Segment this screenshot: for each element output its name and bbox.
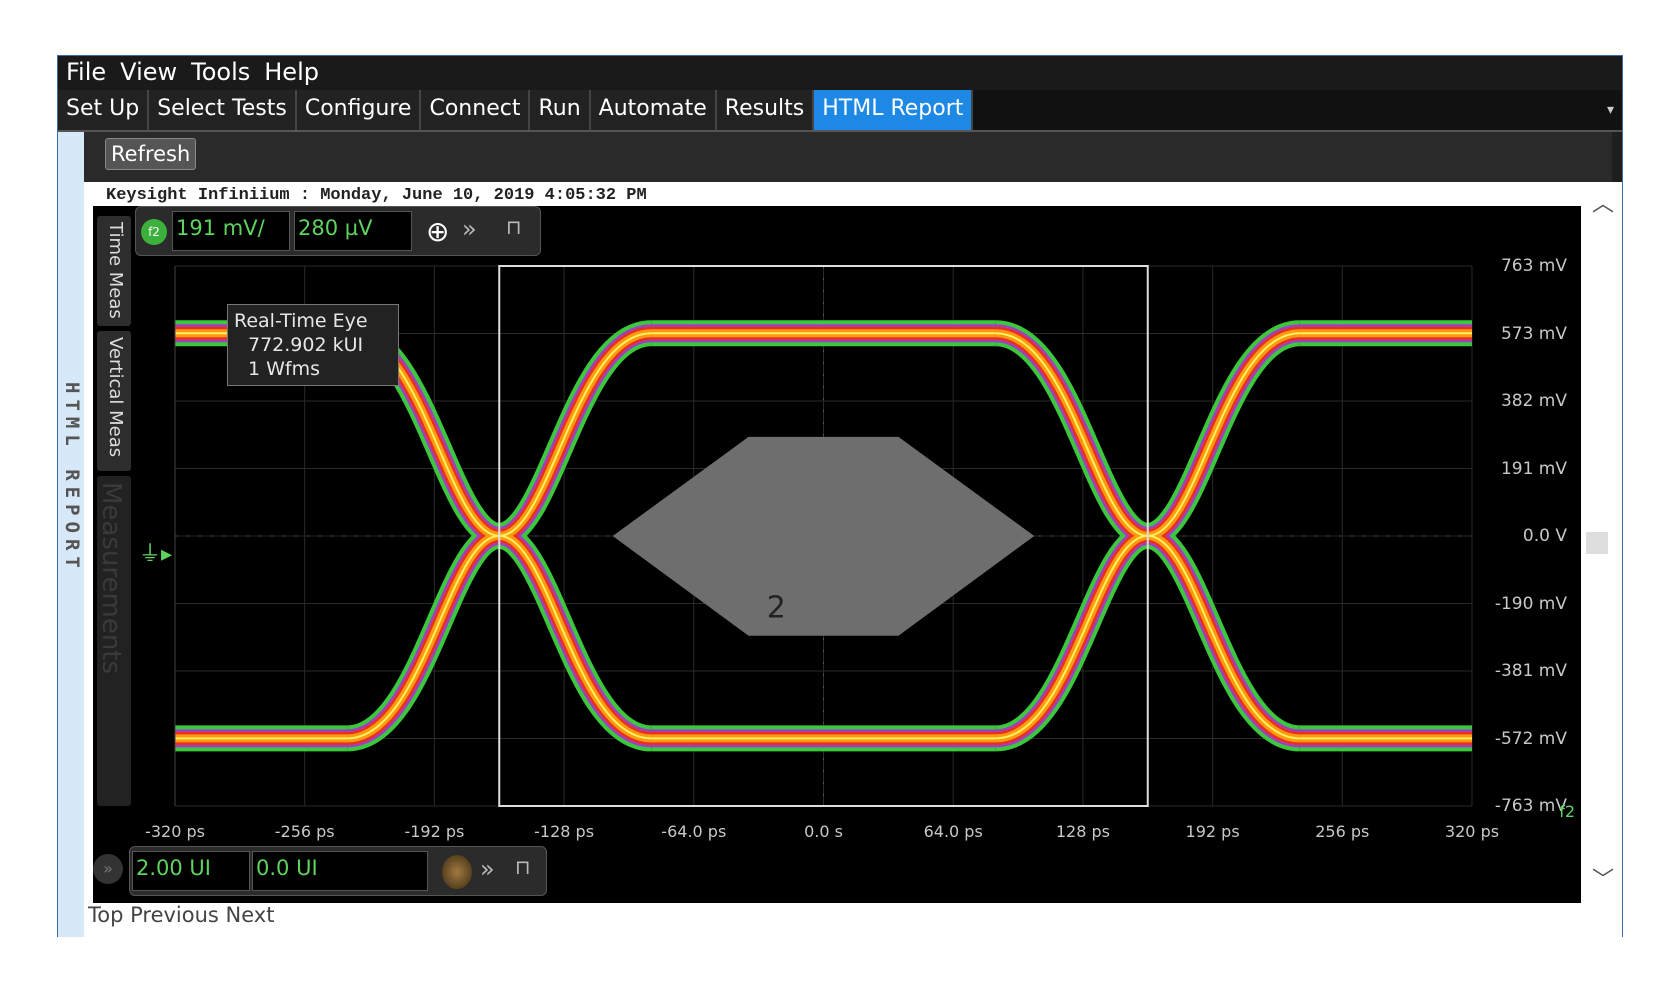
footer-nav-links[interactable]: Top Previous Next	[88, 903, 274, 927]
pin-icon[interactable]: ⊓	[515, 855, 531, 879]
side-label: HTML REPORT	[61, 382, 83, 574]
horizontal-position-field[interactable]: 0.0 UI	[252, 851, 428, 891]
eye-mask	[612, 436, 1035, 636]
tab-select-tests[interactable]: Select Tests	[149, 90, 297, 130]
vertical-scrollbar[interactable]: ︿ ﹀	[1582, 182, 1622, 937]
menu-file[interactable]: File	[66, 58, 106, 88]
tab-automate[interactable]: Automate	[590, 90, 717, 130]
y-tick-label: -572 mV	[1494, 728, 1567, 749]
menu-bar: File View Tools Help	[58, 56, 1622, 90]
y-tick-label: 0.0 V	[1522, 526, 1567, 546]
tab-set-up[interactable]: Set Up	[58, 90, 150, 130]
expand-button[interactable]: »	[93, 854, 123, 884]
tab-bar: Set Up Select Tests Configure Connect Ru…	[58, 90, 1622, 132]
tab-connect[interactable]: Connect	[421, 90, 531, 130]
x-tick-label: -128 ps	[534, 822, 595, 841]
scroll-down-icon[interactable]: ﹀	[1592, 862, 1614, 894]
expand-chevron-icon[interactable]: »	[480, 855, 495, 883]
y-tick-label: -381 mV	[1494, 661, 1567, 681]
menu-tools[interactable]: Tools	[191, 58, 250, 88]
x-tick-label: -320 ps	[145, 822, 205, 841]
x-tick-label: -256 ps	[274, 822, 335, 841]
x-tick-label: 256 ps	[1315, 822, 1370, 841]
channel-tag: f2	[1559, 802, 1575, 821]
tab-html-report[interactable]: HTML Report	[814, 90, 974, 130]
menu-view[interactable]: View	[120, 58, 177, 88]
scroll-thumb[interactable]	[1586, 532, 1608, 554]
y-tick-label: -190 mV	[1494, 593, 1567, 614]
mask-label: 2	[767, 590, 786, 625]
y-tick-label: 763 mV	[1500, 256, 1567, 276]
tooltip-title: Real-Time Eye	[234, 310, 368, 332]
side-strip: HTML REPORT	[58, 132, 84, 937]
y-tick-label: -763 mV	[1494, 796, 1567, 816]
tab-configure[interactable]: Configure	[296, 90, 422, 130]
refresh-bar: Refresh	[84, 132, 1612, 182]
menu-help[interactable]: Help	[264, 58, 319, 88]
scroll-up-icon[interactable]: ︿	[1592, 186, 1614, 218]
x-tick-label: -64.0 ps	[661, 822, 727, 841]
y-tick-label: 191 mV	[1500, 458, 1567, 479]
report-content: Keysight Infiniium : Monday, June 10, 20…	[84, 182, 1582, 937]
tab-run[interactable]: Run	[530, 90, 591, 130]
refresh-button[interactable]: Refresh	[105, 138, 197, 170]
y-tick-label: 382 mV	[1500, 391, 1567, 411]
tab-overflow-chevron-icon[interactable]: ▾	[1607, 102, 1614, 118]
report-header: Keysight Infiniium : Monday, June 10, 20…	[106, 186, 647, 205]
x-tick-label: 64.0 ps	[923, 822, 983, 841]
horizontal-scale-field[interactable]: 2.00 UI	[132, 851, 250, 891]
x-tick-label: 320 ps	[1444, 822, 1500, 841]
ground-marker-icon[interactable]: ⏚▸	[139, 536, 172, 568]
x-tick-label: 0.0 s	[804, 822, 843, 841]
waveform-info-tooltip: Real-Time Eye 772.902 kUI 1 Wfms	[227, 304, 399, 386]
y-tick-label: 573 mV	[1500, 323, 1567, 344]
scope-screenshot: Time Meas Vertical Meas Measurements f2 …	[93, 206, 1581, 903]
x-tick-label: -192 ps	[404, 822, 465, 841]
tab-results[interactable]: Results	[716, 90, 815, 130]
app-window: File View Tools Help Set Up Select Tests…	[57, 55, 1623, 937]
x-tick-label: 192 ps	[1185, 822, 1240, 841]
tooltip-wfms: 1 Wfms	[248, 358, 321, 380]
x-tick-label: 128 ps	[1055, 822, 1110, 841]
horizontal-controls: 2.00 UI 0.0 UI » ⊓	[129, 846, 547, 896]
knob-icon[interactable]	[442, 855, 472, 889]
tooltip-ui-count: 772.902 kUI	[248, 334, 364, 356]
